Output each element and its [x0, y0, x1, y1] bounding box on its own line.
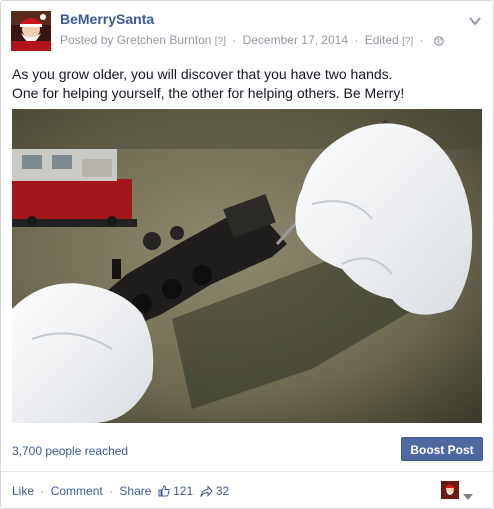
post-options-chevron-down-icon[interactable]: [469, 13, 481, 26]
posted-by-text: Posted by Gretchen Burnton: [60, 33, 212, 47]
post-message-line: One for helping yourself, the other for …: [12, 85, 405, 101]
like-count: 121: [173, 484, 194, 498]
post-photo[interactable]: [12, 109, 482, 423]
share-count-link[interactable]: 32: [199, 484, 230, 500]
edited-link[interactable]: Edited: [365, 33, 399, 47]
byline-separator: ·: [232, 33, 237, 47]
post-byline: Posted by Gretchen Burnton [?] · Decembe…: [60, 33, 444, 49]
comment-link[interactable]: Comment: [51, 484, 103, 498]
edited-help-link[interactable]: [?]: [402, 36, 413, 47]
share-link[interactable]: Share: [119, 484, 151, 498]
post-actions-bar: Like · Comment · Share 121 32: [12, 484, 229, 500]
page-name-link[interactable]: BeMerrySanta: [60, 11, 154, 27]
post-card: BeMerrySanta Posted by Gretchen Burnton …: [0, 0, 494, 509]
posted-by-help-link[interactable]: [?]: [215, 36, 226, 47]
share-arrow-icon: [199, 485, 213, 500]
like-link[interactable]: Like: [12, 484, 34, 498]
action-separator: ·: [109, 484, 114, 498]
footer-divider: [1, 471, 493, 472]
post-as-avatar[interactable]: [441, 481, 459, 499]
boost-post-button[interactable]: Boost Post: [401, 437, 483, 461]
page-avatar[interactable]: [11, 11, 51, 51]
post-as-chevron-down-icon[interactable]: [463, 487, 473, 500]
like-count-link[interactable]: 121: [158, 484, 197, 498]
thumbs-up-icon: [158, 485, 170, 500]
byline-separator: ·: [354, 33, 359, 47]
post-message-line: As you grow older, you will discover tha…: [12, 66, 393, 82]
share-count: 32: [215, 484, 230, 498]
globe-icon[interactable]: [434, 35, 444, 49]
action-separator: ·: [40, 484, 45, 498]
post-reach-link[interactable]: 3,700 people reached: [12, 444, 128, 458]
post-date-link[interactable]: December 17, 2014: [243, 33, 348, 47]
byline-separator: ·: [419, 33, 424, 47]
post-message: As you grow older, you will discover tha…: [12, 65, 482, 103]
